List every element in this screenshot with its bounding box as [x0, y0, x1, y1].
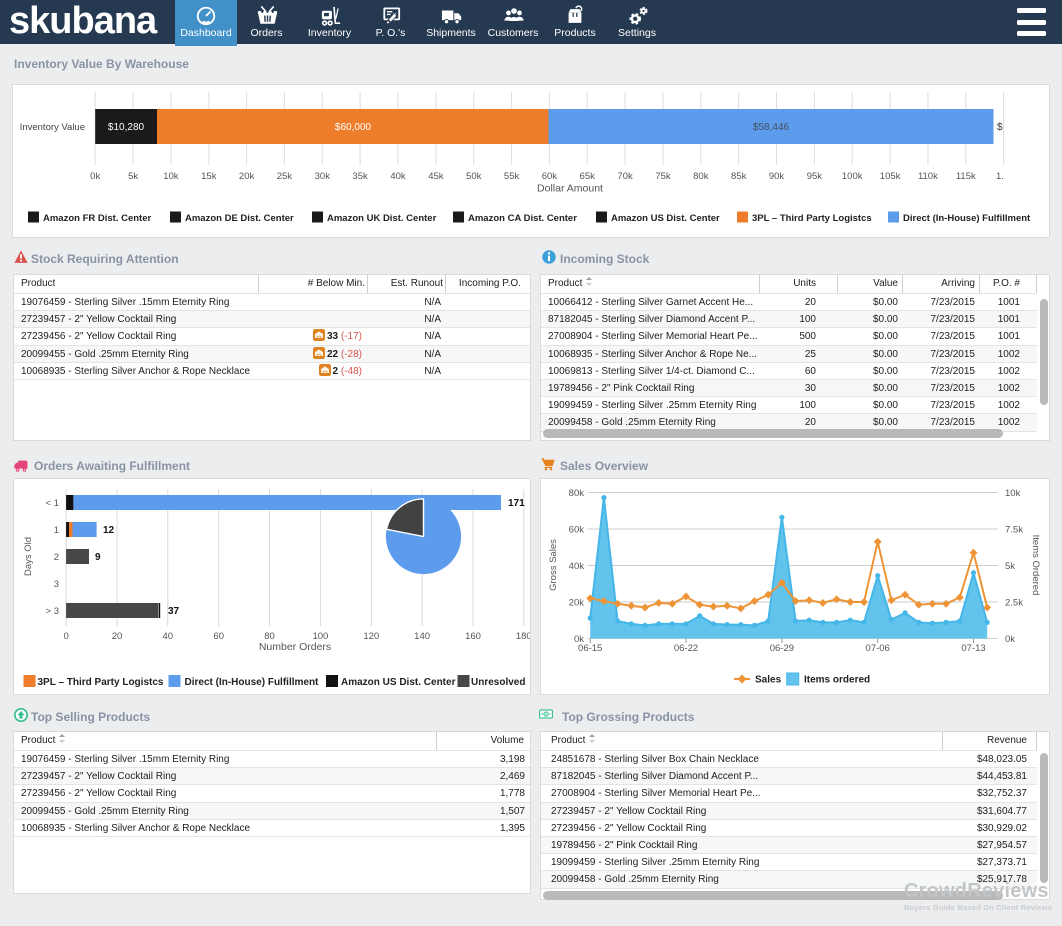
svg-text:< 1: < 1 — [46, 498, 59, 509]
svg-text:3PL – Third Party Logistcs: 3PL – Third Party Logistcs — [752, 213, 872, 224]
svg-text:50k: 50k — [466, 171, 482, 182]
svg-text:65k: 65k — [580, 171, 596, 182]
svg-text:30k: 30k — [315, 171, 331, 182]
svg-text:115k: 115k — [956, 171, 976, 182]
svg-text:20: 20 — [112, 631, 123, 642]
svg-text:1.: 1. — [996, 171, 1004, 182]
svg-text:10k: 10k — [163, 171, 179, 182]
svg-text:70k: 70k — [617, 171, 633, 182]
svg-text:75k: 75k — [655, 171, 671, 182]
svg-text:12: 12 — [103, 525, 115, 536]
svg-text:25k: 25k — [277, 171, 293, 182]
svg-text:$10,280: $10,280 — [108, 122, 145, 133]
svg-text:85k: 85k — [731, 171, 747, 182]
svg-text:35k: 35k — [352, 171, 368, 182]
svg-text:Amazon US Dist. Center: Amazon US Dist. Center — [341, 677, 456, 688]
svg-text:140: 140 — [414, 631, 430, 642]
svg-text:07-06: 07-06 — [866, 643, 890, 654]
svg-text:15k: 15k — [201, 171, 217, 182]
svg-text:Amazon CA Dist. Center: Amazon CA Dist. Center — [468, 213, 577, 224]
svg-text:Direct (In-House) Fulfillment: Direct (In-House) Fulfillment — [185, 677, 320, 688]
svg-text:37: 37 — [168, 606, 180, 617]
svg-text:Amazon UK Dist. Center: Amazon UK Dist. Center — [327, 213, 437, 224]
svg-text:1: 1 — [54, 525, 59, 536]
svg-text:5k: 5k — [128, 171, 138, 182]
svg-text:Inventory Value: Inventory Value — [20, 122, 85, 133]
svg-text:0k: 0k — [1005, 634, 1015, 645]
svg-text:06-15: 06-15 — [578, 643, 602, 654]
svg-text:45k: 45k — [428, 171, 444, 182]
svg-text:40k: 40k — [390, 171, 406, 182]
svg-text:Amazon US Dist. Center: Amazon US Dist. Center — [611, 213, 720, 224]
svg-text:105k: 105k — [880, 171, 901, 182]
svg-text:80k: 80k — [693, 171, 709, 182]
svg-text:2.5k: 2.5k — [1005, 598, 1023, 609]
svg-text:$58,446: $58,446 — [753, 122, 790, 133]
svg-text:60k: 60k — [569, 525, 585, 536]
svg-text:10k: 10k — [1005, 488, 1021, 499]
svg-text:Days Old: Days Old — [23, 537, 34, 576]
svg-text:Direct (In-House) Fulfillment: Direct (In-House) Fulfillment — [903, 213, 1031, 224]
svg-text:Amazon DE Dist. Center: Amazon DE Dist. Center — [185, 213, 294, 224]
svg-text:06-22: 06-22 — [674, 643, 698, 654]
svg-text:5k: 5k — [1005, 561, 1015, 572]
svg-text:07-13: 07-13 — [961, 643, 985, 654]
svg-text:110k: 110k — [918, 171, 938, 182]
svg-text:90k: 90k — [769, 171, 785, 182]
svg-text:2: 2 — [54, 552, 59, 563]
svg-text:06-29: 06-29 — [770, 643, 794, 654]
svg-text:$60,000: $60,000 — [335, 122, 372, 133]
svg-text:Amazon FR Dist. Center: Amazon FR Dist. Center — [43, 213, 152, 224]
svg-text:20k: 20k — [569, 598, 585, 609]
svg-text:60: 60 — [213, 631, 224, 642]
svg-text:0: 0 — [63, 631, 68, 642]
svg-text:160: 160 — [465, 631, 481, 642]
svg-text:171: 171 — [508, 498, 525, 509]
svg-text:Sales: Sales — [755, 675, 782, 686]
svg-text:55k: 55k — [504, 171, 520, 182]
svg-text:7.5k: 7.5k — [1005, 525, 1023, 536]
svg-text:3: 3 — [54, 579, 59, 590]
svg-text:20k: 20k — [239, 171, 255, 182]
svg-text:60k: 60k — [542, 171, 558, 182]
svg-text:Number Orders: Number Orders — [259, 641, 331, 653]
svg-text:80k: 80k — [569, 488, 585, 499]
svg-text:40: 40 — [163, 631, 174, 642]
svg-text:$: $ — [997, 122, 1003, 133]
svg-text:95k: 95k — [807, 171, 823, 182]
svg-text:3PL – Third Party Logistcs: 3PL – Third Party Logistcs — [38, 677, 164, 688]
svg-text:100k: 100k — [842, 171, 863, 182]
svg-text:40k: 40k — [569, 561, 585, 572]
svg-text:Dollar Amount: Dollar Amount — [537, 183, 603, 195]
svg-text:Gross Sales: Gross Sales — [548, 539, 559, 591]
svg-text:Items Ordered: Items Ordered — [1030, 535, 1041, 596]
svg-text:0k: 0k — [90, 171, 100, 182]
svg-text:9: 9 — [95, 552, 101, 563]
svg-text:> 3: > 3 — [46, 606, 59, 617]
svg-text:Items ordered: Items ordered — [804, 675, 870, 686]
svg-text:180: 180 — [516, 631, 530, 642]
svg-text:Unresolved: Unresolved — [471, 677, 525, 688]
svg-text:120: 120 — [363, 631, 379, 642]
